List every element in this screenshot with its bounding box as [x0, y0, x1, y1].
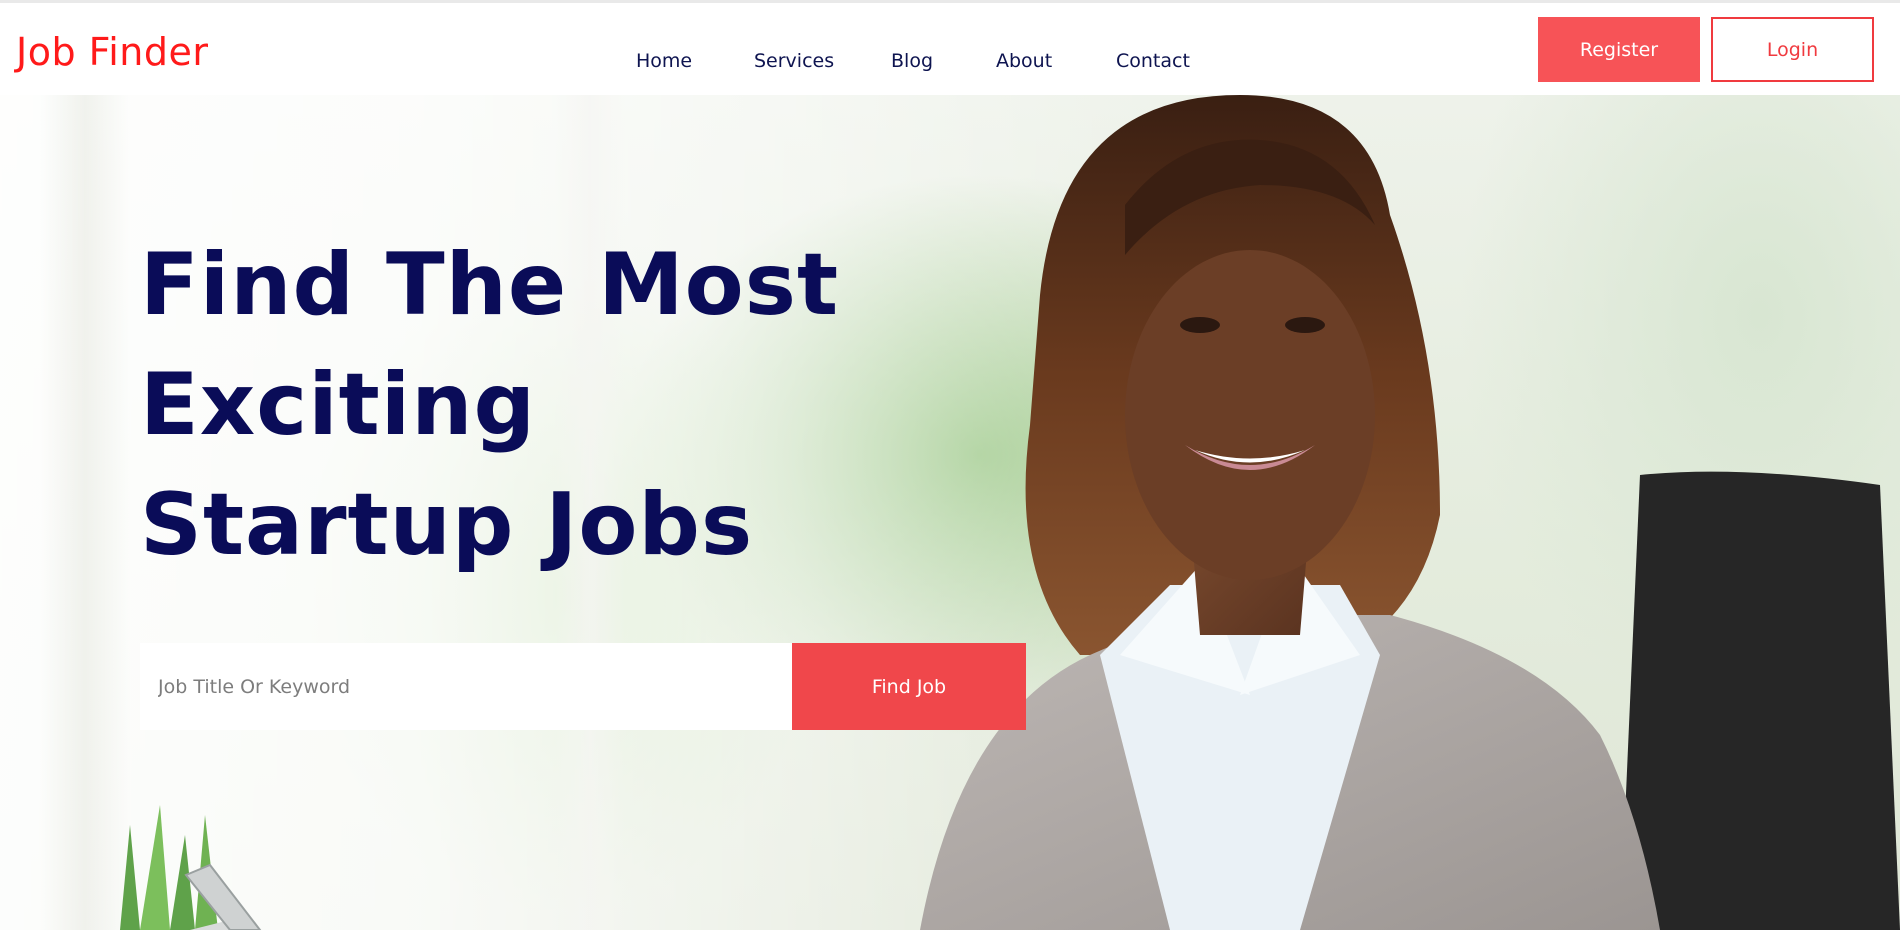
nav-home[interactable]: Home: [636, 47, 692, 75]
find-job-button[interactable]: Find Job: [792, 643, 1026, 730]
headline-line: Find The Most: [140, 235, 840, 335]
nav-about[interactable]: About: [996, 47, 1052, 75]
job-finder-page: Job Finder Home Services Blog About Cont…: [0, 0, 1900, 930]
nav-services[interactable]: Services: [754, 47, 834, 75]
site-header: Job Finder Home Services Blog About Cont…: [0, 0, 1900, 95]
nav-contact[interactable]: Contact: [1116, 47, 1190, 75]
hero-section: Find The Most Exciting Startup Jobs Find…: [0, 95, 1900, 930]
job-search-bar: Find Job: [140, 643, 1026, 730]
hero-headline: Find The Most Exciting Startup Jobs: [140, 225, 839, 585]
hero-person-image: [920, 95, 1900, 930]
headline-line: Exciting: [140, 355, 537, 455]
nav-blog[interactable]: Blog: [891, 47, 933, 75]
login-button[interactable]: Login: [1711, 17, 1874, 82]
plant-image: [120, 805, 262, 930]
job-search-input[interactable]: [140, 643, 792, 730]
register-button[interactable]: Register: [1538, 17, 1700, 82]
headline-line: Startup Jobs: [140, 475, 754, 575]
